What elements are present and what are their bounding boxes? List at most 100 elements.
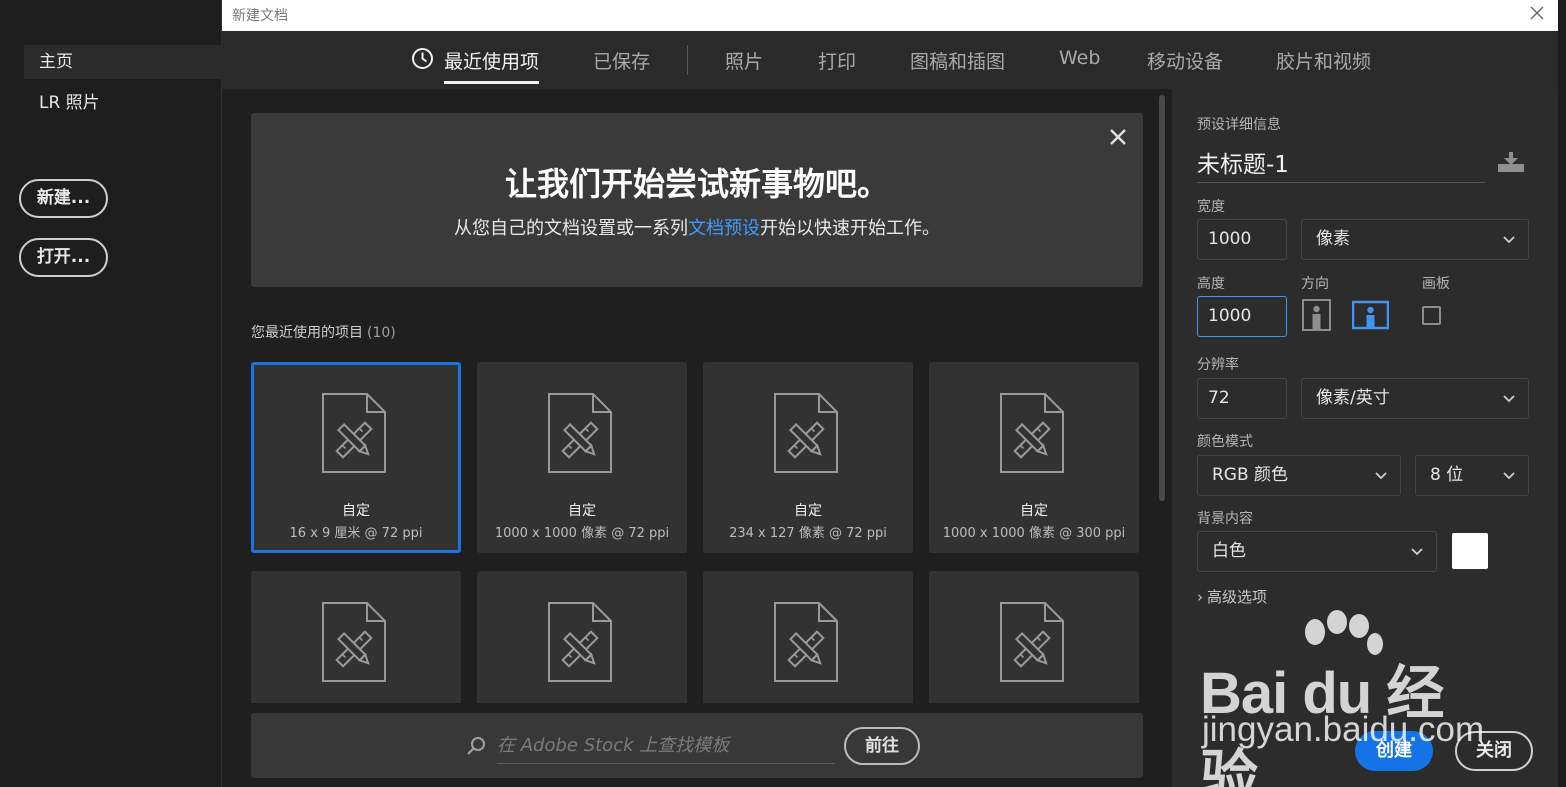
preset-details-label: 预设详细信息 [1197, 117, 1281, 133]
tab-saved[interactable]: 已保存 [593, 47, 650, 74]
recent-item-size: 16 x 9 厘米 @ 72 ppi [289, 526, 423, 541]
height-label: 高度 [1197, 276, 1225, 292]
bit-depth-select[interactable]: 8 位 [1415, 455, 1529, 496]
resolution-unit-value: 像素/英寸 [1316, 388, 1390, 408]
bit-depth-value: 8 位 [1430, 465, 1464, 485]
background-select[interactable]: 白色 [1197, 531, 1437, 572]
close-icon[interactable] [1107, 126, 1129, 148]
stock-search-input[interactable]: 在 Adobe Stock 上查找模板 [497, 731, 835, 764]
save-preset-icon[interactable] [1497, 151, 1525, 173]
welcome-banner: 让我们开始尝试新事物吧。 从您自己的文档设置或一系列文档预设开始以快速开始工作。 [251, 113, 1143, 287]
landscape-orientation-icon[interactable] [1352, 299, 1389, 331]
background-value: 白色 [1212, 541, 1246, 561]
tab-recent[interactable]: 最近使用项 [444, 47, 540, 84]
recent-item[interactable] [929, 571, 1139, 703]
go-button[interactable]: 前往 [844, 727, 920, 765]
custom-document-icon [1000, 602, 1064, 682]
tab-label: 最近使用项 [444, 51, 540, 73]
color-mode-select[interactable]: RGB 颜色 [1197, 455, 1401, 496]
new-document-dialog: 新建文档 最近使用项 已保存 照片 打印 图稿和插图 Web 移动设备 胶片和视… [222, 0, 1558, 787]
banner-heading: 让我们开始尝试新事物吧。 [504, 165, 889, 203]
tab-web[interactable]: Web [1059, 47, 1100, 69]
photoshop-start-screen: 主页 LR 照片 新建... 打开... 新建文档 最近使用项 已保存 照片 打… [0, 0, 1566, 787]
artboard-label: 画板 [1422, 276, 1450, 292]
chevron-down-icon [1503, 472, 1515, 480]
document-presets-link[interactable]: 文档预设 [688, 218, 760, 239]
recent-item-size: 1000 x 1000 像素 @ 300 ppi [942, 526, 1126, 541]
banner-subtext: 从您自己的文档设置或一系列文档预设开始以快速开始工作。 [251, 214, 1143, 240]
resolution-unit-select[interactable]: 像素/英寸 [1301, 378, 1529, 419]
recent-items-heading: 您最近使用的项目 (10) [251, 322, 396, 342]
chevron-down-icon [1375, 472, 1387, 480]
width-input[interactable]: 1000 [1197, 219, 1287, 260]
dialog-title: 新建文档 [232, 8, 288, 24]
chevron-down-icon [1503, 236, 1515, 244]
custom-document-icon [322, 393, 386, 473]
preset-tabs: 最近使用项 已保存 照片 打印 图稿和插图 Web 移动设备 胶片和视频 [222, 31, 1558, 89]
height-input[interactable]: 1000 [1197, 296, 1287, 337]
recent-item-name: 自定 [568, 503, 596, 519]
close-icon[interactable] [1526, 2, 1548, 24]
recent-item[interactable]: 自定 1000 x 1000 像素 @ 300 ppi [929, 362, 1139, 553]
banner-sub-after: 开始以快速开始工作。 [760, 218, 940, 239]
sidebar-item-lr-photos[interactable]: LR 照片 [24, 86, 222, 120]
recent-grid: 自定 16 x 9 厘米 @ 72 ppi 自定 1000 x 1000 像素 … [251, 362, 1143, 703]
artboard-checkbox[interactable] [1422, 306, 1441, 325]
banner-sub-before: 从您自己的文档设置或一系列 [454, 218, 688, 239]
width-label: 宽度 [1197, 199, 1225, 215]
recent-item-name: 自定 [794, 503, 822, 519]
recent-item-size: 1000 x 1000 像素 @ 72 ppi [494, 526, 670, 541]
color-mode-label: 颜色模式 [1197, 434, 1253, 450]
recent-item[interactable]: 自定 16 x 9 厘米 @ 72 ppi [251, 362, 461, 553]
preset-details-panel: 预设详细信息 未标题-1 宽度 1000 像素 高度 方向 画板 1000 分辨… [1172, 89, 1558, 787]
chevron-right-icon: › [1197, 588, 1203, 606]
home-sidebar: 主页 LR 照片 新建... 打开... [0, 0, 222, 787]
tab-photo[interactable]: 照片 [725, 47, 763, 74]
advanced-options-toggle[interactable]: › 高级选项 [1197, 586, 1267, 607]
sidebar-item-home[interactable]: 主页 [24, 45, 222, 79]
close-button[interactable]: 关闭 [1455, 731, 1533, 771]
recent-scrollbar[interactable] [1159, 95, 1165, 501]
clock-icon [412, 48, 433, 69]
create-button[interactable]: 创建 [1355, 731, 1433, 771]
background-window-edge [1558, 0, 1566, 787]
resolution-label: 分辨率 [1197, 357, 1239, 373]
search-icon [467, 737, 485, 755]
stock-search-bar: 在 Adobe Stock 上查找模板 前往 [251, 713, 1143, 778]
width-unit-select[interactable]: 像素 [1301, 219, 1529, 260]
orientation-label: 方向 [1301, 276, 1329, 292]
recent-panel: 让我们开始尝试新事物吧。 从您自己的文档设置或一系列文档预设开始以快速开始工作。… [222, 89, 1170, 787]
resolution-input[interactable]: 72 [1197, 378, 1287, 419]
recent-item-size: 234 x 127 像素 @ 72 ppi [729, 526, 887, 541]
recent-count: (10) [367, 325, 396, 341]
tab-print[interactable]: 打印 [818, 47, 856, 74]
background-color-swatch[interactable] [1452, 533, 1488, 569]
portrait-orientation-icon[interactable] [1302, 299, 1331, 331]
new-button[interactable]: 新建... [19, 179, 108, 218]
custom-document-icon [1000, 393, 1064, 473]
custom-document-icon [548, 602, 612, 682]
recent-item[interactable] [251, 571, 461, 703]
recent-item[interactable] [703, 571, 913, 703]
recent-item[interactable]: 自定 1000 x 1000 像素 @ 72 ppi [477, 362, 687, 553]
custom-document-icon [322, 602, 386, 682]
advanced-options-label: 高级选项 [1207, 588, 1268, 606]
chevron-down-icon [1411, 548, 1423, 556]
custom-document-icon [548, 393, 612, 473]
open-button[interactable]: 打开... [19, 238, 108, 277]
tab-mobile[interactable]: 移动设备 [1147, 47, 1223, 74]
custom-document-icon [774, 393, 838, 473]
color-mode-value: RGB 颜色 [1212, 465, 1289, 485]
recent-item[interactable]: 自定 234 x 127 像素 @ 72 ppi [703, 362, 913, 553]
dialog-titlebar: 新建文档 [222, 0, 1558, 31]
tab-film-video[interactable]: 胶片和视频 [1276, 47, 1371, 74]
recent-item[interactable] [477, 571, 687, 703]
tab-divider [687, 45, 688, 75]
active-tab-indicator [444, 81, 540, 84]
chevron-down-icon [1503, 395, 1515, 403]
recent-label: 您最近使用的项目 [251, 325, 363, 341]
tab-art-illustration[interactable]: 图稿和插图 [910, 47, 1005, 74]
recent-item-name: 自定 [342, 503, 370, 519]
background-label: 背景内容 [1197, 511, 1253, 527]
document-name-field[interactable]: 未标题-1 [1197, 145, 1485, 183]
